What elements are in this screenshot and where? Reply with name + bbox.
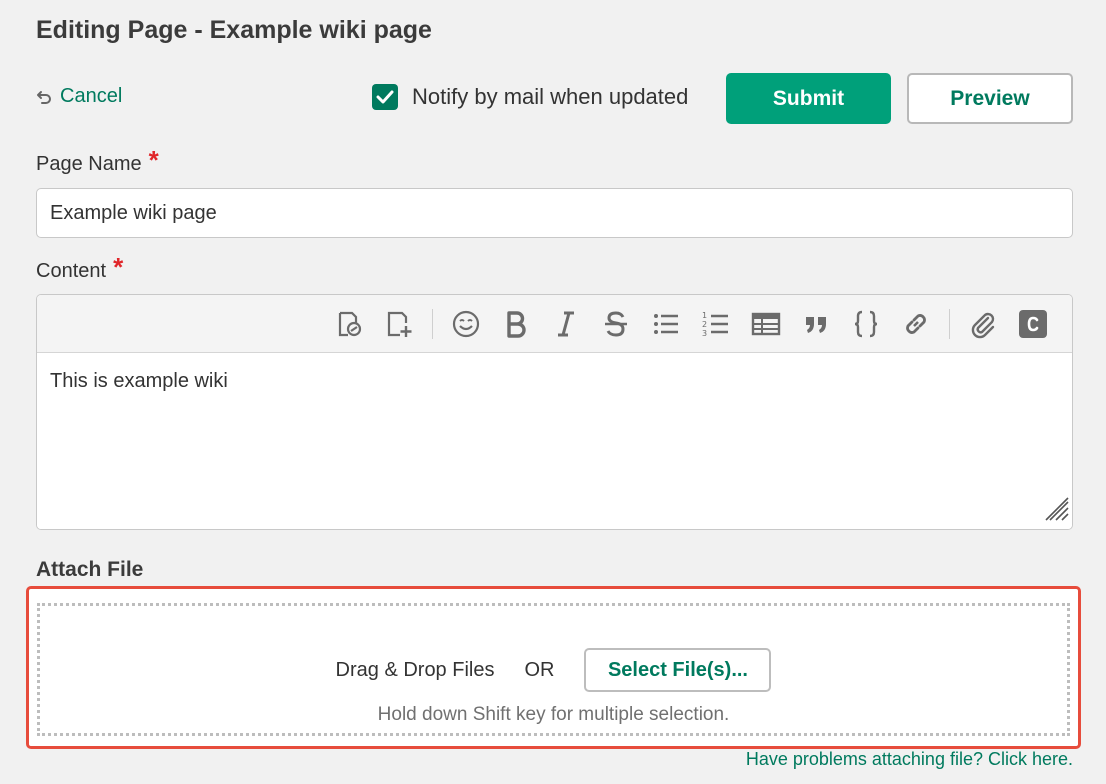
content-label-text: Content [36,260,107,282]
file-drop-zone[interactable]: Drag & Drop Files OR Select File(s)... H… [26,586,1081,749]
table-icon[interactable] [746,304,786,344]
page-title: Editing Page - Example wiki page [36,16,432,44]
undo-icon [36,89,52,105]
notify-checkbox[interactable] [372,84,398,110]
drop-row: Drag & Drop Files OR Select File(s)... [40,648,1067,692]
select-files-button[interactable]: Select File(s)... [584,648,772,692]
attach-help-link[interactable]: Have problems attaching file? Click here… [746,749,1073,770]
check-icon [376,90,394,104]
drop-zone-border: Drag & Drop Files OR Select File(s)... H… [37,603,1070,736]
content-label: Content * [36,252,124,283]
submit-button[interactable]: Submit [726,73,891,124]
content-textarea[interactable]: This is example wiki [37,353,1072,529]
content-editor: 123 This is example wiki [36,294,1073,530]
svg-text:3: 3 [702,329,707,338]
required-marker: * [113,252,124,282]
attach-file-title: Attach File [36,558,144,581]
toolbar-divider [949,308,950,339]
bullet-list-icon[interactable] [646,304,686,344]
italic-icon[interactable] [546,304,586,344]
or-label: OR [524,658,555,681]
link-icon[interactable] [896,304,936,344]
drag-drop-label: Drag & Drop Files [335,658,495,681]
toolbar-divider [432,308,433,339]
preview-button[interactable]: Preview [907,73,1073,124]
strikethrough-icon[interactable] [596,304,636,344]
wiki-link-icon[interactable] [329,304,369,344]
numbered-list-icon[interactable]: 123 [696,304,736,344]
svg-text:2: 2 [702,320,707,329]
add-page-icon[interactable] [379,304,419,344]
attachment-icon[interactable] [963,304,1003,344]
required-marker: * [148,145,159,175]
notify-label: Notify by mail when updated [412,84,689,109]
emoji-icon[interactable] [446,304,486,344]
page-name-label-text: Page Name [36,153,142,175]
editor-toolbar: 123 [37,295,1072,353]
multi-select-hint: Hold down Shift key for multiple selecti… [377,704,730,725]
notify-toggle[interactable]: Notify by mail when updated [372,84,688,110]
color-icon[interactable] [1013,304,1053,344]
resize-handle-icon[interactable] [1044,496,1070,527]
svg-text:1: 1 [702,311,707,320]
code-icon[interactable] [846,304,886,344]
page-name-input[interactable] [36,188,1073,238]
cancel-link[interactable]: Cancel [36,85,122,108]
cancel-label: Cancel [60,85,123,107]
bold-icon[interactable] [496,304,536,344]
page-name-label: Page Name * [36,145,159,176]
quote-icon[interactable] [796,304,836,344]
